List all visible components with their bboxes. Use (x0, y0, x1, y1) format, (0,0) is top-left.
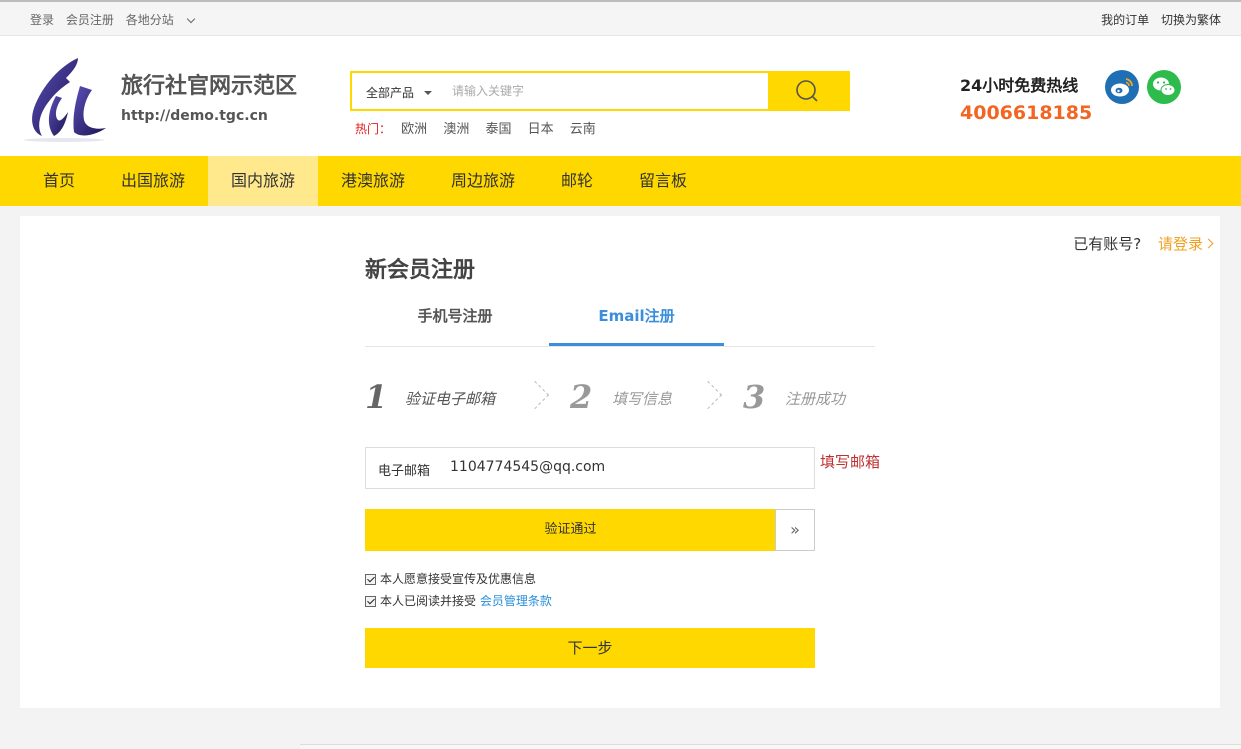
wechat-button[interactable] (1147, 70, 1181, 104)
terms-checkbox-label: 本人已阅读并接受 (380, 594, 477, 608)
search-icon (796, 80, 818, 102)
nav-item-nearby[interactable]: 周边旅游 (428, 156, 538, 206)
double-chevron-right-icon[interactable]: » (775, 509, 815, 551)
step-3-number: 3 (743, 378, 766, 416)
wechat-icon (1153, 77, 1176, 96)
hot-keywords: 热门： 欧洲 澳洲 泰国 日本 云南 (355, 118, 608, 137)
step-separator-icon (693, 380, 723, 410)
promo-checkbox[interactable]: 本人愿意接受宣传及优惠信息 (365, 570, 536, 587)
tab-phone-register[interactable]: 手机号注册 (365, 296, 545, 346)
step-1-number: 1 (365, 378, 388, 416)
step-2-label: 填写信息 (612, 390, 673, 408)
step-separator-icon (520, 380, 550, 410)
register-card: 已有账号? 请登录 新会员注册 手机号注册 Email注册 1 验证电子邮箱 2… (20, 216, 1220, 708)
step-2-number: 2 (570, 378, 593, 416)
email-field[interactable]: 电子邮箱 1104774545@qq.com (365, 447, 815, 489)
login-link-card[interactable]: 请登录 (1157, 235, 1214, 253)
hot-keyword[interactable]: 泰国 (485, 122, 511, 137)
nav-item-cruise[interactable]: 邮轮 (538, 156, 616, 206)
checkbox-checked-icon[interactable] (365, 574, 376, 585)
slider-verification: 验证通过 » (365, 509, 815, 551)
site-title: 旅行社官网示范区 (121, 74, 298, 99)
promo-checkbox-label: 本人愿意接受宣传及优惠信息 (380, 572, 537, 586)
chevron-down-icon (186, 14, 195, 24)
top-bar-left: 登录 会员注册 各地分站 (30, 11, 210, 28)
hot-label: 热门： (355, 122, 392, 136)
search-bar: 全部产品 (350, 71, 850, 111)
have-account: 已有账号? 请登录 (1073, 233, 1214, 254)
main-nav: 首页 出国旅游 国内旅游 港澳旅游 周边旅游 邮轮 留言板 (0, 156, 1241, 206)
branch-sites-dropdown[interactable]: 各地分站 (126, 13, 202, 27)
have-account-text: 已有账号? (1073, 235, 1142, 253)
search-button[interactable] (768, 73, 848, 109)
hot-keyword[interactable]: 日本 (528, 122, 554, 137)
email-hint: 填写邮箱 (820, 453, 881, 471)
hot-keyword[interactable]: 云南 (570, 122, 596, 137)
my-orders-link[interactable]: 我的订单 (1101, 13, 1149, 27)
email-field-label: 电子邮箱 (378, 464, 431, 479)
hotline-phone: 4006618185 (960, 102, 1093, 124)
search-category-label: 全部产品 (366, 86, 415, 100)
nav-item-hk-macau[interactable]: 港澳旅游 (318, 156, 428, 206)
weibo-button[interactable] (1105, 70, 1139, 104)
terms-checkbox[interactable]: 本人已阅读并接受 会员管理条款 (365, 592, 552, 609)
branch-sites-label: 各地分站 (125, 13, 174, 27)
site-url: http://demo.tgc.cn (121, 108, 268, 124)
weibo-icon (1111, 78, 1133, 97)
email-field-value: 1104774545@qq.com (450, 459, 606, 475)
register-tabs: 手机号注册 Email注册 (365, 296, 875, 347)
footer-divider (300, 744, 1241, 749)
hot-keyword[interactable]: 欧洲 (401, 122, 427, 137)
terms-link[interactable]: 会员管理条款 (480, 594, 552, 608)
page-title: 新会员注册 (365, 258, 476, 283)
traditional-chinese-link[interactable]: 切换为繁体 (1161, 13, 1221, 27)
nav-item-home[interactable]: 首页 (20, 156, 98, 206)
nav-item-guestbook[interactable]: 留言板 (616, 156, 710, 206)
verification-status: 验证通过 (365, 509, 776, 551)
register-steps: 1 验证电子邮箱 2 填写信息 3 注册成功 (365, 378, 885, 418)
hotline-label: 24小时免费热线 (960, 76, 1079, 95)
next-step-button[interactable]: 下一步 (365, 628, 815, 668)
nav-item-domestic[interactable]: 国内旅游 (208, 156, 318, 206)
site-header: 旅行社官网示范区 http://demo.tgc.cn 全部产品 热门： 欧洲 … (0, 36, 1241, 156)
tab-email-register[interactable]: Email注册 (549, 296, 724, 346)
step-3-label: 注册成功 (785, 390, 846, 408)
step-1-label: 验证电子邮箱 (405, 390, 496, 408)
register-link[interactable]: 会员注册 (66, 13, 114, 27)
caret-down-icon (424, 91, 433, 95)
top-bar-right: 我的订单 切换为繁体 (1093, 11, 1221, 28)
site-logo[interactable] (20, 56, 108, 142)
hot-keyword[interactable]: 澳洲 (443, 122, 469, 137)
login-link-label: 请登录 (1157, 235, 1203, 253)
checkbox-checked-icon[interactable] (365, 596, 376, 607)
chevron-right-icon (1203, 238, 1214, 249)
login-link[interactable]: 登录 (30, 13, 54, 27)
nav-item-outbound[interactable]: 出国旅游 (98, 156, 208, 206)
search-category-select[interactable]: 全部产品 (366, 84, 433, 101)
top-bar: 登录 会员注册 各地分站 我的订单 切换为繁体 (0, 0, 1241, 36)
search-input[interactable] (452, 81, 762, 101)
